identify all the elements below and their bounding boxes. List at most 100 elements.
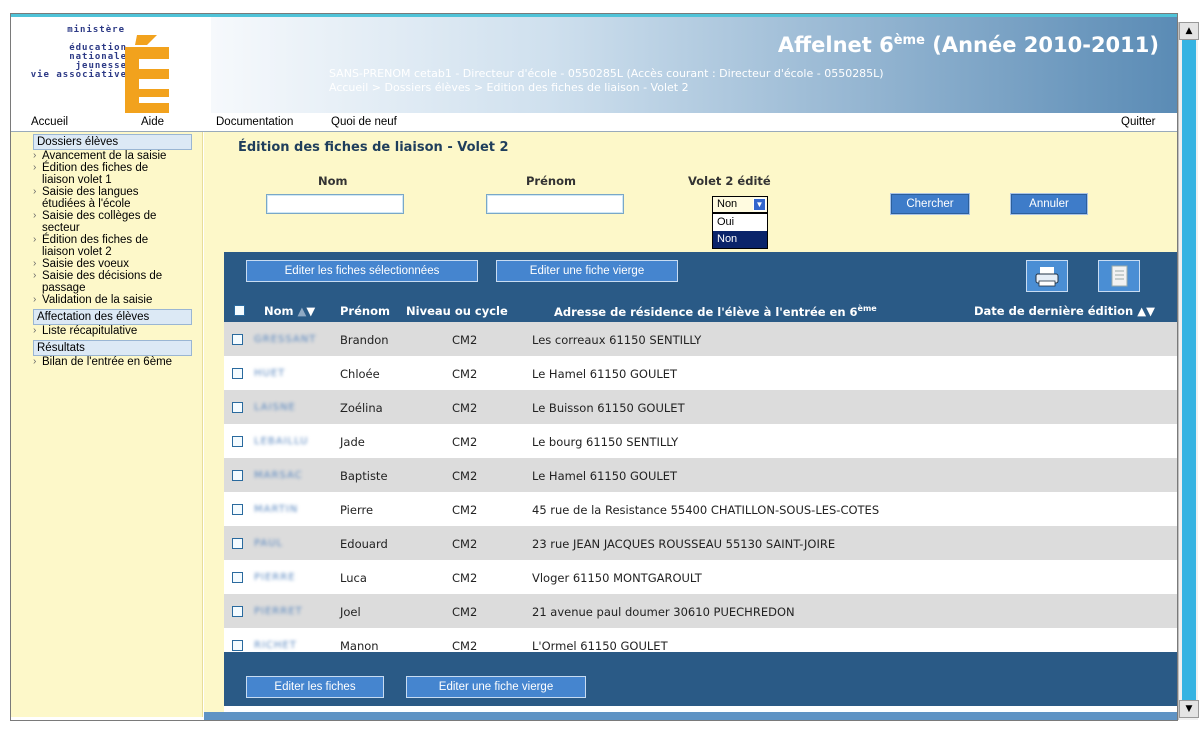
student-nom: MARTIN xyxy=(254,504,299,515)
student-adresse: Vloger 61150 MONTGAROULT xyxy=(532,571,702,585)
sidebar-item-volet2[interactable]: › Édition des fiches de liaison volet 2 xyxy=(33,234,183,258)
student-adresse: Le Hamel 61150 GOULET xyxy=(532,469,678,483)
prenom-input[interactable] xyxy=(486,194,624,214)
nav-quoi-de-neuf[interactable]: Quoi de neuf xyxy=(331,116,397,128)
scrollbar[interactable]: ▲ ▼ xyxy=(1178,22,1199,720)
app-title: Affelnet 6ème (Année 2010-2011) xyxy=(778,33,1159,57)
table-header: Nom ▲▼ Prénom Niveau ou cycle Adresse de… xyxy=(224,300,1177,322)
scroll-down-icon[interactable]: ▼ xyxy=(1179,700,1199,718)
status-strip xyxy=(204,712,1177,720)
student-niveau: CM2 xyxy=(452,537,478,551)
row-checkbox[interactable] xyxy=(232,334,243,345)
sidebar-item-colleges[interactable]: › Saisie des collèges de secteur xyxy=(33,210,183,234)
table-row: PAUL Edouard CM2 23 rue JEAN JACQUES ROUSSE… xyxy=(224,526,1177,560)
sidebar-item-liste[interactable]: › Liste récapitulative xyxy=(33,325,183,337)
sidebar-item-avancement[interactable]: › Avancement de la saisie xyxy=(33,150,183,162)
student-nom: LEBAILLU xyxy=(254,436,309,447)
sidebar-item-label: Liste récapitulative xyxy=(42,325,138,337)
col-adresse-label: Adresse de résidence de l'élève à l'entr… xyxy=(554,304,858,319)
nav-quitter[interactable]: Quitter xyxy=(1121,116,1156,128)
sidebar-item-validation[interactable]: › Validation de la saisie xyxy=(33,294,183,306)
cancel-button[interactable]: Annuler xyxy=(1010,193,1088,215)
volet2-select[interactable]: Non ▼ xyxy=(712,196,768,213)
student-adresse: L'Ormel 61150 GOULET xyxy=(532,639,668,653)
student-niveau: CM2 xyxy=(452,367,478,381)
sidebar-item-voeux[interactable]: › Saisie des voeux xyxy=(33,258,183,270)
print-button[interactable] xyxy=(1026,260,1068,292)
sidebar-item-bilan[interactable]: › Bilan de l'entrée en 6ème xyxy=(33,356,183,368)
row-checkbox[interactable] xyxy=(232,436,243,447)
col-date[interactable]: Date de dernière édition ▲▼ xyxy=(974,304,1155,318)
sidebar-item-label: Validation de la saisie xyxy=(42,294,153,306)
col-niveau: Niveau ou cycle xyxy=(406,304,508,318)
row-checkbox[interactable] xyxy=(232,640,243,651)
option-oui[interactable]: Oui xyxy=(713,214,767,231)
chevron-right-icon: › xyxy=(33,162,37,173)
row-checkbox[interactable] xyxy=(232,504,243,515)
sidebar-item-label: Saisie des langues étudiées à l'école xyxy=(42,186,139,210)
select-all-checkbox[interactable] xyxy=(234,305,245,316)
top-nav: Accueil Aide Documentation Quoi de neuf … xyxy=(11,114,1177,132)
sidebar-item-volet1[interactable]: › Édition des fiches de liaison volet 1 xyxy=(33,162,183,186)
table-row: MARSAC Baptiste CM2 Le Hamel 61150 GOULET xyxy=(224,458,1177,492)
chevron-down-icon[interactable]: ▼ xyxy=(753,198,766,211)
sidebar-item-langues[interactable]: › Saisie des langues étudiées à l'école xyxy=(33,186,183,210)
student-niveau: CM2 xyxy=(452,333,478,347)
edit-fiches-button[interactable]: Editer les fiches xyxy=(246,676,384,698)
title-sup: ème xyxy=(893,33,925,48)
student-nom: PIERRE xyxy=(254,572,296,583)
student-adresse: 21 avenue paul doumer 30610 PUECHREDON xyxy=(532,605,795,619)
student-adresse: Le bourg 61150 SENTILLY xyxy=(532,435,679,449)
student-adresse: Le Buisson 61150 GOULET xyxy=(532,401,685,415)
logo-line: ministère xyxy=(67,25,125,35)
student-prenom: Baptiste xyxy=(340,469,388,483)
title-main: Affelnet 6 xyxy=(777,33,894,57)
breadcrumb: Accueil > Dossiers élèves > Edition des … xyxy=(329,81,689,94)
student-adresse: 45 rue de la Resistance 55400 CHATILLON-… xyxy=(532,503,880,517)
row-checkbox[interactable] xyxy=(232,572,243,583)
col-prenom: Prénom xyxy=(340,304,390,318)
student-nom: PAUL xyxy=(254,538,284,549)
row-checkbox[interactable] xyxy=(232,538,243,549)
row-checkbox[interactable] xyxy=(232,368,243,379)
edit-blank-button[interactable]: Editer une fiche vierge xyxy=(496,260,678,282)
sidebar-item-decisions[interactable]: › Saisie des décisions de passage xyxy=(33,270,183,294)
printer-icon xyxy=(1035,267,1059,287)
student-prenom: Luca xyxy=(340,571,367,585)
nav-documentation[interactable]: Documentation xyxy=(216,116,293,128)
results-footer: Editer les fiches Editer une fiche vierg… xyxy=(224,652,1177,706)
browser-frame: ministère éducation nationale jeunesse v… xyxy=(10,13,1178,721)
nav-accueil[interactable]: Accueil xyxy=(31,116,68,128)
sidebar: Dossiers élèves › Avancement de la saisie… xyxy=(11,132,203,717)
edit-blank-footer-button[interactable]: Editer une fiche vierge xyxy=(406,676,586,698)
export-button[interactable] xyxy=(1098,260,1140,292)
student-niveau: CM2 xyxy=(452,605,478,619)
student-prenom: Manon xyxy=(340,639,379,653)
student-nom: RICHET xyxy=(254,640,297,651)
row-checkbox[interactable] xyxy=(232,402,243,413)
row-checkbox[interactable] xyxy=(232,470,243,481)
row-checkbox[interactable] xyxy=(232,606,243,617)
sidebar-section-dossiers[interactable]: Dossiers élèves xyxy=(33,134,192,150)
sort-desc-icon[interactable]: ▼ xyxy=(306,304,315,318)
chevron-right-icon: › xyxy=(33,325,37,336)
student-prenom: Jade xyxy=(340,435,365,449)
scroll-up-icon[interactable]: ▲ xyxy=(1179,22,1199,40)
search-button[interactable]: Chercher xyxy=(890,193,970,215)
col-nom[interactable]: Nom ▲▼ xyxy=(264,304,315,318)
scrollbar-thumb[interactable] xyxy=(1182,40,1196,700)
nom-input[interactable] xyxy=(266,194,404,214)
nav-aide[interactable]: Aide xyxy=(141,116,164,128)
sidebar-section-affectation[interactable]: Affectation des élèves xyxy=(33,309,192,325)
edit-selected-button[interactable]: Editer les fiches sélectionnées xyxy=(246,260,478,282)
sidebar-item-label: Saisie des collèges de secteur xyxy=(42,210,157,234)
sidebar-item-label: Édition des fiches de liaison volet 1 xyxy=(42,162,149,186)
table-row: PIERRET Joel CM2 21 avenue paul doumer 3061… xyxy=(224,594,1177,628)
header: ministère éducation nationale jeunesse v… xyxy=(11,17,1177,113)
logo-line: vie associative xyxy=(30,70,127,80)
option-non[interactable]: Non xyxy=(713,231,767,248)
col-date-label: Date de dernière édition xyxy=(974,304,1134,318)
student-prenom: Joel xyxy=(340,605,361,619)
volet2-dropdown: Oui Non xyxy=(712,213,768,249)
sidebar-section-resultats[interactable]: Résultats xyxy=(33,340,192,356)
